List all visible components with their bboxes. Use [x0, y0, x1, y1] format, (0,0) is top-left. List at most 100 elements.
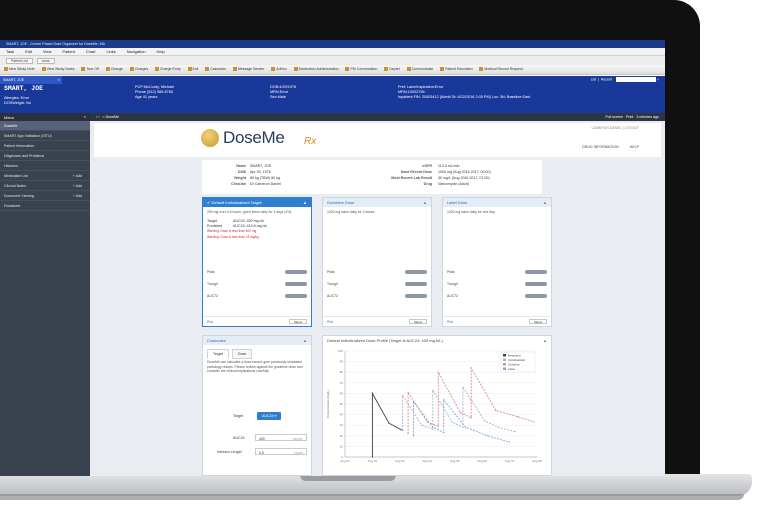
toolbar-charge-entry[interactable]: Charge Entry: [155, 67, 181, 71]
sidebar-item-smart-validation[interactable]: SMART App Validation (SITU): [0, 131, 90, 141]
infusion-length-input[interactable]: 0.5 hours: [255, 448, 307, 455]
back-icon[interactable]: ‹ ›: [96, 115, 99, 119]
toolbar-new-sticky-note[interactable]: New Sticky Note: [4, 67, 35, 71]
menu-chart[interactable]: Chart: [86, 49, 96, 54]
sidebar-item-document-viewing[interactable]: Document Viewing + Add: [0, 191, 90, 201]
dose-card-label[interactable]: Label Dose ▲ 1000 mg twice daily for one…: [442, 197, 552, 327]
search-icon[interactable]: ⌕: [657, 77, 659, 81]
select-button[interactable]: Select: [409, 319, 427, 324]
trough-pill: [405, 282, 427, 286]
add-button[interactable]: + Add: [73, 194, 82, 198]
toolbar: New Sticky Note View Sticky Notes Tear O…: [0, 65, 665, 75]
sidebar-item-label: Histories: [4, 164, 18, 168]
auc24-input[interactable]: 400 mg.h/L: [255, 434, 307, 441]
sidebar-item-histories[interactable]: Histories: [0, 161, 90, 171]
sidebar-item-clinical-notes[interactable]: Clinical Notes + Add: [0, 181, 90, 191]
drug-value: Vancomycin (Adult): [438, 182, 469, 186]
lock-icon[interactable]: ▲: [303, 338, 307, 343]
data-point: [371, 392, 374, 394]
menu-view[interactable]: View: [43, 49, 52, 54]
menu-patient[interactable]: Patient: [62, 49, 74, 54]
menu-help[interactable]: Help: [156, 49, 164, 54]
plot-link[interactable]: Plot: [447, 320, 453, 324]
plot-link[interactable]: Plot: [207, 320, 213, 324]
lock-icon[interactable]: ▲: [303, 200, 307, 205]
customize-panel: Customize ▲ Target Dose DoseMe can calcu…: [202, 335, 312, 476]
dose-card-guideline[interactable]: Guideline Dose ▲ 1000 mg twice daily for…: [322, 197, 432, 327]
data-point: [443, 399, 445, 401]
legend-swatch: [503, 363, 506, 366]
menu-edit[interactable]: Edit: [25, 49, 32, 54]
lock-icon[interactable]: ▲: [543, 200, 547, 205]
data-point: [371, 456, 374, 458]
menu-navigation[interactable]: Navigation: [127, 49, 146, 54]
menu-task[interactable]: Task: [6, 49, 14, 54]
toolbar-medication-administration[interactable]: Medication Administration: [294, 67, 339, 71]
toolbar-patient-education[interactable]: Patient Education: [440, 67, 472, 71]
links-tab[interactable]: Links: [36, 58, 55, 64]
recent-button[interactable]: Recent: [601, 77, 612, 81]
sidebar-item-patient-information[interactable]: Patient Information: [0, 141, 90, 151]
toolbar-calculator[interactable]: Calculator: [205, 67, 226, 71]
sidebar-item-medication-list[interactable]: Medication List + Add: [0, 171, 90, 181]
toolbar-exit[interactable]: Exit: [188, 67, 199, 71]
sidebar-menu: Menu × DoseMe SMART App Validation (SITU…: [0, 113, 90, 476]
toolbar-view-sticky-notes[interactable]: View Sticky Notes: [42, 67, 75, 71]
infusion-length-label: Infusion Length: [217, 450, 242, 454]
doseme-logo-icon: [201, 129, 219, 147]
toolbar-tear-off[interactable]: Tear Off: [81, 67, 98, 71]
toolbar-adhoc[interactable]: AdHoc: [271, 67, 287, 71]
user-links[interactable]: CAMERON DANIEL | LOGOUT: [592, 126, 639, 130]
tab-dose[interactable]: Dose: [231, 349, 253, 359]
add-button[interactable]: + Add: [73, 184, 82, 188]
print-button[interactable]: Print: [626, 115, 633, 119]
tab-target[interactable]: Target: [207, 349, 229, 359]
clinician-value: Dr Cameron Daniel: [250, 182, 281, 186]
select-button[interactable]: Select: [289, 319, 307, 324]
search-input[interactable]: [616, 77, 657, 82]
sidebar-item-diagnoses[interactable]: Diagnoses and Problems: [0, 151, 90, 161]
data-point: [437, 425, 439, 427]
lock-icon[interactable]: ▲: [543, 338, 547, 343]
close-icon[interactable]: ×: [84, 114, 86, 119]
legend-swatch: [503, 354, 506, 357]
dob-label: DOB: [238, 170, 246, 174]
select-button[interactable]: Select: [529, 319, 547, 324]
patient-tab[interactable]: SMART, JOE ×: [0, 76, 62, 84]
add-button[interactable]: + Add: [73, 174, 82, 178]
patient-name: SMART, JOE: [4, 85, 44, 92]
toolbar-charges[interactable]: Charges: [130, 67, 148, 71]
target-dropdown[interactable]: AUC24 ▾: [257, 412, 282, 420]
patient-list-bar: Patient List Links: [0, 56, 665, 65]
toolbar-medical-record-request[interactable]: Medical Record Request: [479, 67, 522, 71]
legend-swatch: [503, 358, 506, 361]
x-tick-label: Aug 05: [450, 459, 460, 463]
auc-label: AUC72: [207, 294, 218, 298]
refresh-timestamp[interactable]: 3 minutes ago: [636, 115, 659, 119]
card-header: Label Dose ▲: [443, 198, 551, 207]
lock-icon[interactable]: ▲: [423, 200, 427, 205]
close-icon[interactable]: ×: [58, 77, 60, 82]
toolbar-communicate[interactable]: Communicate: [407, 67, 434, 71]
trough-pill: [285, 282, 307, 286]
data-point: [462, 426, 464, 428]
toolbar-pm-conversation[interactable]: PM Conversation: [345, 67, 377, 71]
data-point: [432, 426, 434, 428]
plot-link[interactable]: Plot: [327, 320, 333, 324]
dose-card-individualized[interactable]: ✔ Default Individualized Target ▲ 250 mg…: [202, 197, 312, 327]
toolbar-depart[interactable]: Depart: [384, 67, 400, 71]
legend-label: Label: [508, 367, 515, 371]
toolbar-change[interactable]: Change: [106, 67, 123, 71]
help-link[interactable]: HELP: [630, 145, 639, 149]
sidebar-item-flowsheet[interactable]: Flowsheet: [0, 201, 90, 211]
toolbar-message-sender[interactable]: Message Sender: [233, 67, 264, 71]
menu-links[interactable]: Links: [106, 49, 115, 54]
card-title: Label Dose: [447, 200, 468, 205]
sidebar-item-doseme[interactable]: DoseMe: [0, 121, 90, 131]
home-icon[interactable]: ⌂: [102, 115, 104, 119]
list-button[interactable]: List: [591, 77, 596, 81]
nav-title: DoseMe: [105, 115, 119, 119]
full-screen-button[interactable]: Full screen: [605, 115, 623, 119]
patient-list-tab[interactable]: Patient List: [6, 58, 33, 64]
drug-information-link[interactable]: DRUG INFORMATION: [582, 145, 618, 149]
